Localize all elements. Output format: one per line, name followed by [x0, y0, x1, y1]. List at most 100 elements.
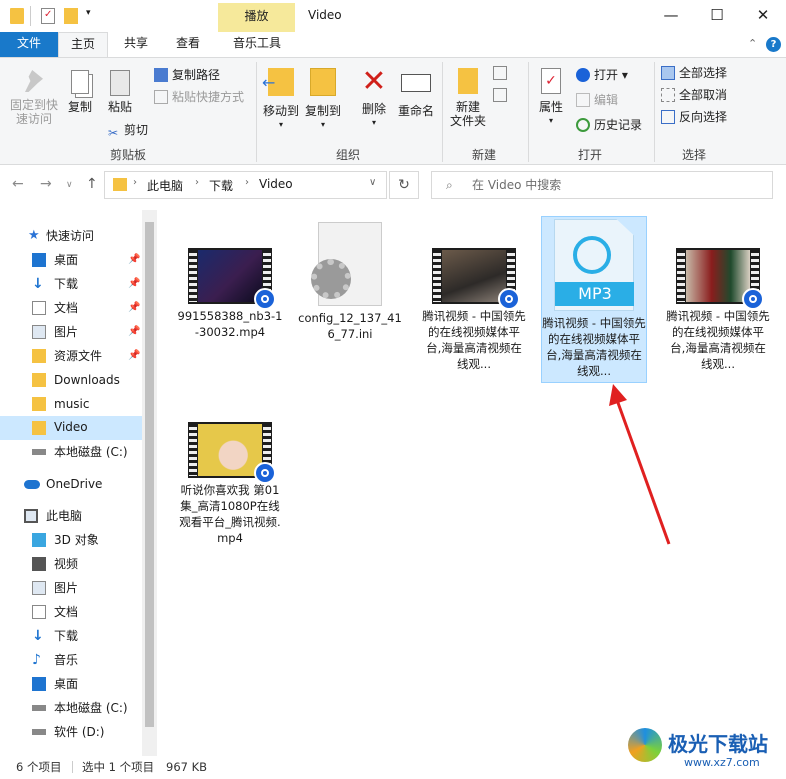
scrollbar-thumb[interactable]: [145, 222, 154, 727]
sidebar-this-pc[interactable]: 此电脑: [24, 505, 82, 527]
sidebar-item-pc-software-d[interactable]: 软件 (D:): [32, 721, 104, 743]
sidebar-item-pc-desktop[interactable]: 桌面: [32, 673, 78, 695]
file-list: 991558388_nb3-1-30032.mp4 config_12_137_…: [157, 210, 786, 756]
customize-qat-icon[interactable]: ▾: [86, 8, 91, 18]
pin-icon: 📌: [128, 278, 141, 289]
sidebar-item-pictures[interactable]: 图片 📌: [32, 321, 142, 343]
close-button[interactable]: ✕: [740, 0, 786, 32]
cut-button[interactable]: ✂ 剪切: [106, 123, 148, 140]
sidebar-item-resources[interactable]: 资源文件 📌: [32, 345, 142, 367]
sidebar-item-pc-local-disk-c[interactable]: 本地磁盘 (C:): [32, 697, 128, 719]
new-folder-button[interactable]: 新建 文件夹: [450, 68, 486, 128]
sidebar-item-desktop[interactable]: 桌面 📌: [32, 249, 142, 271]
desktop-icon: [32, 677, 46, 691]
tab-share[interactable]: 共享: [112, 32, 160, 57]
sidebar-item-videos[interactable]: 视频: [32, 553, 78, 575]
maximize-button[interactable]: ☐: [694, 0, 740, 32]
select-none-button[interactable]: 全部取消: [661, 88, 727, 102]
history-button[interactable]: 历史记录: [576, 118, 642, 132]
watermark-logo-icon: [628, 728, 662, 762]
music-note-icon: ♪: [32, 652, 41, 668]
move-to-button[interactable]: ← 移动到 ▾: [262, 68, 300, 132]
folder-icon: [113, 178, 127, 191]
file-item-selected[interactable]: MP3 腾讯视频 - 中国领先的在线视频媒体平台,海量高清视频在线观...: [541, 216, 647, 383]
edit-button[interactable]: 编辑: [576, 93, 618, 107]
paste-shortcut-button[interactable]: 粘贴快捷方式: [154, 90, 244, 104]
tab-music-tools[interactable]: 音乐工具: [220, 32, 294, 57]
sidebar-item-downloads-folder[interactable]: Downloads: [32, 369, 120, 391]
up-arrow-icon[interactable]: ↑: [86, 176, 98, 192]
film-icon: [32, 557, 46, 571]
new-folder-icon: [458, 68, 478, 94]
breadcrumb-downloads[interactable]: 下载: [209, 177, 233, 194]
sidebar-item-3d-objects[interactable]: 3D 对象: [32, 529, 99, 551]
sidebar-item-music[interactable]: music: [32, 393, 89, 415]
file-item[interactable]: config_12_137_416_77.ini: [297, 222, 403, 342]
invert-selection-button[interactable]: 反向选择: [661, 110, 727, 124]
copy-to-button[interactable]: 复制到 ▾: [304, 68, 342, 132]
file-item[interactable]: 听说你喜欢我 第01集_高清1080P在线观看平台_腾讯视频.mp4: [177, 422, 283, 546]
sidebar-quick-access[interactable]: ★ 快速访问: [28, 225, 94, 247]
file-item[interactable]: 腾讯视频 - 中国领先的在线视频媒体平台,海量高清视频在线观...: [421, 248, 527, 372]
video-app-logo-icon: [573, 236, 611, 274]
tab-file[interactable]: 文件: [0, 32, 58, 57]
pin-icon: [25, 70, 43, 92]
delete-label: 删除: [361, 102, 386, 116]
sidebar-item-pc-downloads[interactable]: ↓ 下载: [32, 625, 78, 647]
file-name: 991558388_nb3-1-30032.mp4: [177, 309, 283, 339]
recent-locations-icon[interactable]: ∨: [66, 180, 73, 190]
folder-icon: [32, 373, 46, 387]
help-icon[interactable]: ?: [766, 37, 781, 52]
select-all-button[interactable]: 全部选择: [661, 66, 727, 80]
sidebar-item-pc-documents[interactable]: 文档: [32, 601, 78, 623]
new-folder-icon[interactable]: [64, 8, 78, 24]
sidebar-item-downloads[interactable]: ↓ 下载 📌: [32, 273, 142, 295]
file-item[interactable]: 991558388_nb3-1-30032.mp4: [177, 248, 283, 340]
sidebar-scrollbar[interactable]: [142, 210, 157, 756]
folder-icon: [32, 421, 46, 435]
new-item-icon[interactable]: [493, 66, 507, 80]
rename-button[interactable]: 重命名: [396, 68, 436, 118]
breadcrumb-this-pc[interactable]: 此电脑: [147, 177, 183, 194]
tab-home[interactable]: 主页: [58, 32, 108, 57]
collapse-ribbon-icon[interactable]: ⌃: [748, 37, 757, 50]
sidebar-item-documents[interactable]: 文档 📌: [32, 297, 142, 319]
properties-button[interactable]: ✓ 属性 ▾: [536, 68, 566, 128]
sidebar-onedrive[interactable]: OneDrive: [24, 473, 102, 495]
pin-quick-access-button[interactable]: 固定到快 速访问: [8, 70, 60, 126]
context-tab-play[interactable]: 播放: [218, 3, 295, 33]
paste-button[interactable]: 粘贴: [104, 70, 136, 114]
copy-path-label: 复制路径: [172, 68, 221, 82]
gear-icon: [311, 259, 351, 299]
minimize-button[interactable]: —: [648, 0, 694, 32]
video-thumbnail: [188, 422, 276, 484]
easy-access-icon[interactable]: [493, 88, 507, 102]
tab-view[interactable]: 查看: [164, 32, 212, 57]
copy-path-button[interactable]: 复制路径: [154, 68, 220, 82]
sidebar-item-pc-music[interactable]: ♪ 音乐: [32, 649, 78, 671]
chevron-down-icon[interactable]: ∨: [369, 177, 376, 188]
folder-icon[interactable]: [10, 8, 24, 24]
delete-button[interactable]: ✕ 删除 ▾: [358, 66, 390, 130]
forward-arrow-icon[interactable]: →: [40, 176, 52, 192]
copy-button[interactable]: 复制: [64, 70, 96, 114]
file-item[interactable]: 腾讯视频 - 中国领先的在线视频媒体平台,海量高清视频在线观...: [665, 248, 771, 372]
pin-icon: 📌: [128, 326, 141, 337]
paste-shortcut-icon: [154, 90, 168, 104]
breadcrumb-video[interactable]: Video: [259, 177, 293, 191]
file-name: config_12_137_416_77.ini: [298, 311, 402, 341]
address-box[interactable]: › 此电脑 › 下载 › Video ∨: [104, 171, 387, 199]
sidebar-item-pc-pictures[interactable]: 图片: [32, 577, 78, 599]
chevron-right-icon: ›: [133, 177, 137, 188]
properties-icon[interactable]: ✓: [41, 8, 55, 24]
chevron-right-icon: ›: [195, 177, 199, 188]
refresh-icon[interactable]: ↻: [389, 171, 419, 199]
back-arrow-icon[interactable]: ←: [12, 176, 24, 192]
folder-icon: [32, 397, 46, 411]
search-input[interactable]: ⌕ 在 Video 中搜索: [431, 171, 773, 199]
sidebar-item-local-disk-c[interactable]: 本地磁盘 (C:): [32, 441, 128, 463]
sidebar-item-video[interactable]: Video: [0, 416, 142, 440]
computer-icon: [24, 509, 38, 523]
rename-icon: [401, 74, 431, 92]
open-button[interactable]: 打开 ▾: [576, 68, 628, 82]
